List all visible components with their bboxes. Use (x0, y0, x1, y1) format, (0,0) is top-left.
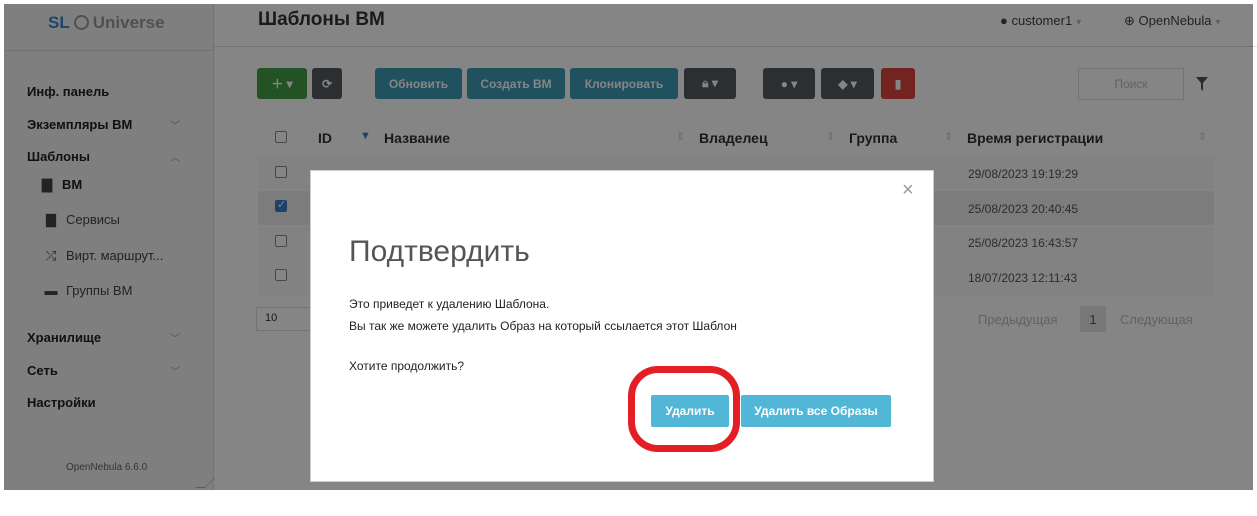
confirm-dialog: × Подтвердить Это приведет к удалению Ша… (310, 170, 934, 482)
dialog-title: Подтвердить (349, 235, 530, 268)
close-icon[interactable]: × (902, 179, 914, 202)
dialog-question: Хотите продолжить? (349, 359, 464, 373)
app-window: SL Universe Инф. панель Экземпляры ВМ ﹀ Ша… (0, 0, 1257, 516)
dialog-text-line1: Это приведет к удалению Шаблона. (349, 297, 550, 311)
highlight-circle (628, 366, 740, 452)
delete-all-images-button[interactable]: Удалить все Образы (741, 395, 891, 427)
dialog-text-line2: Вы так же можете удалить Образ на которы… (349, 319, 737, 333)
